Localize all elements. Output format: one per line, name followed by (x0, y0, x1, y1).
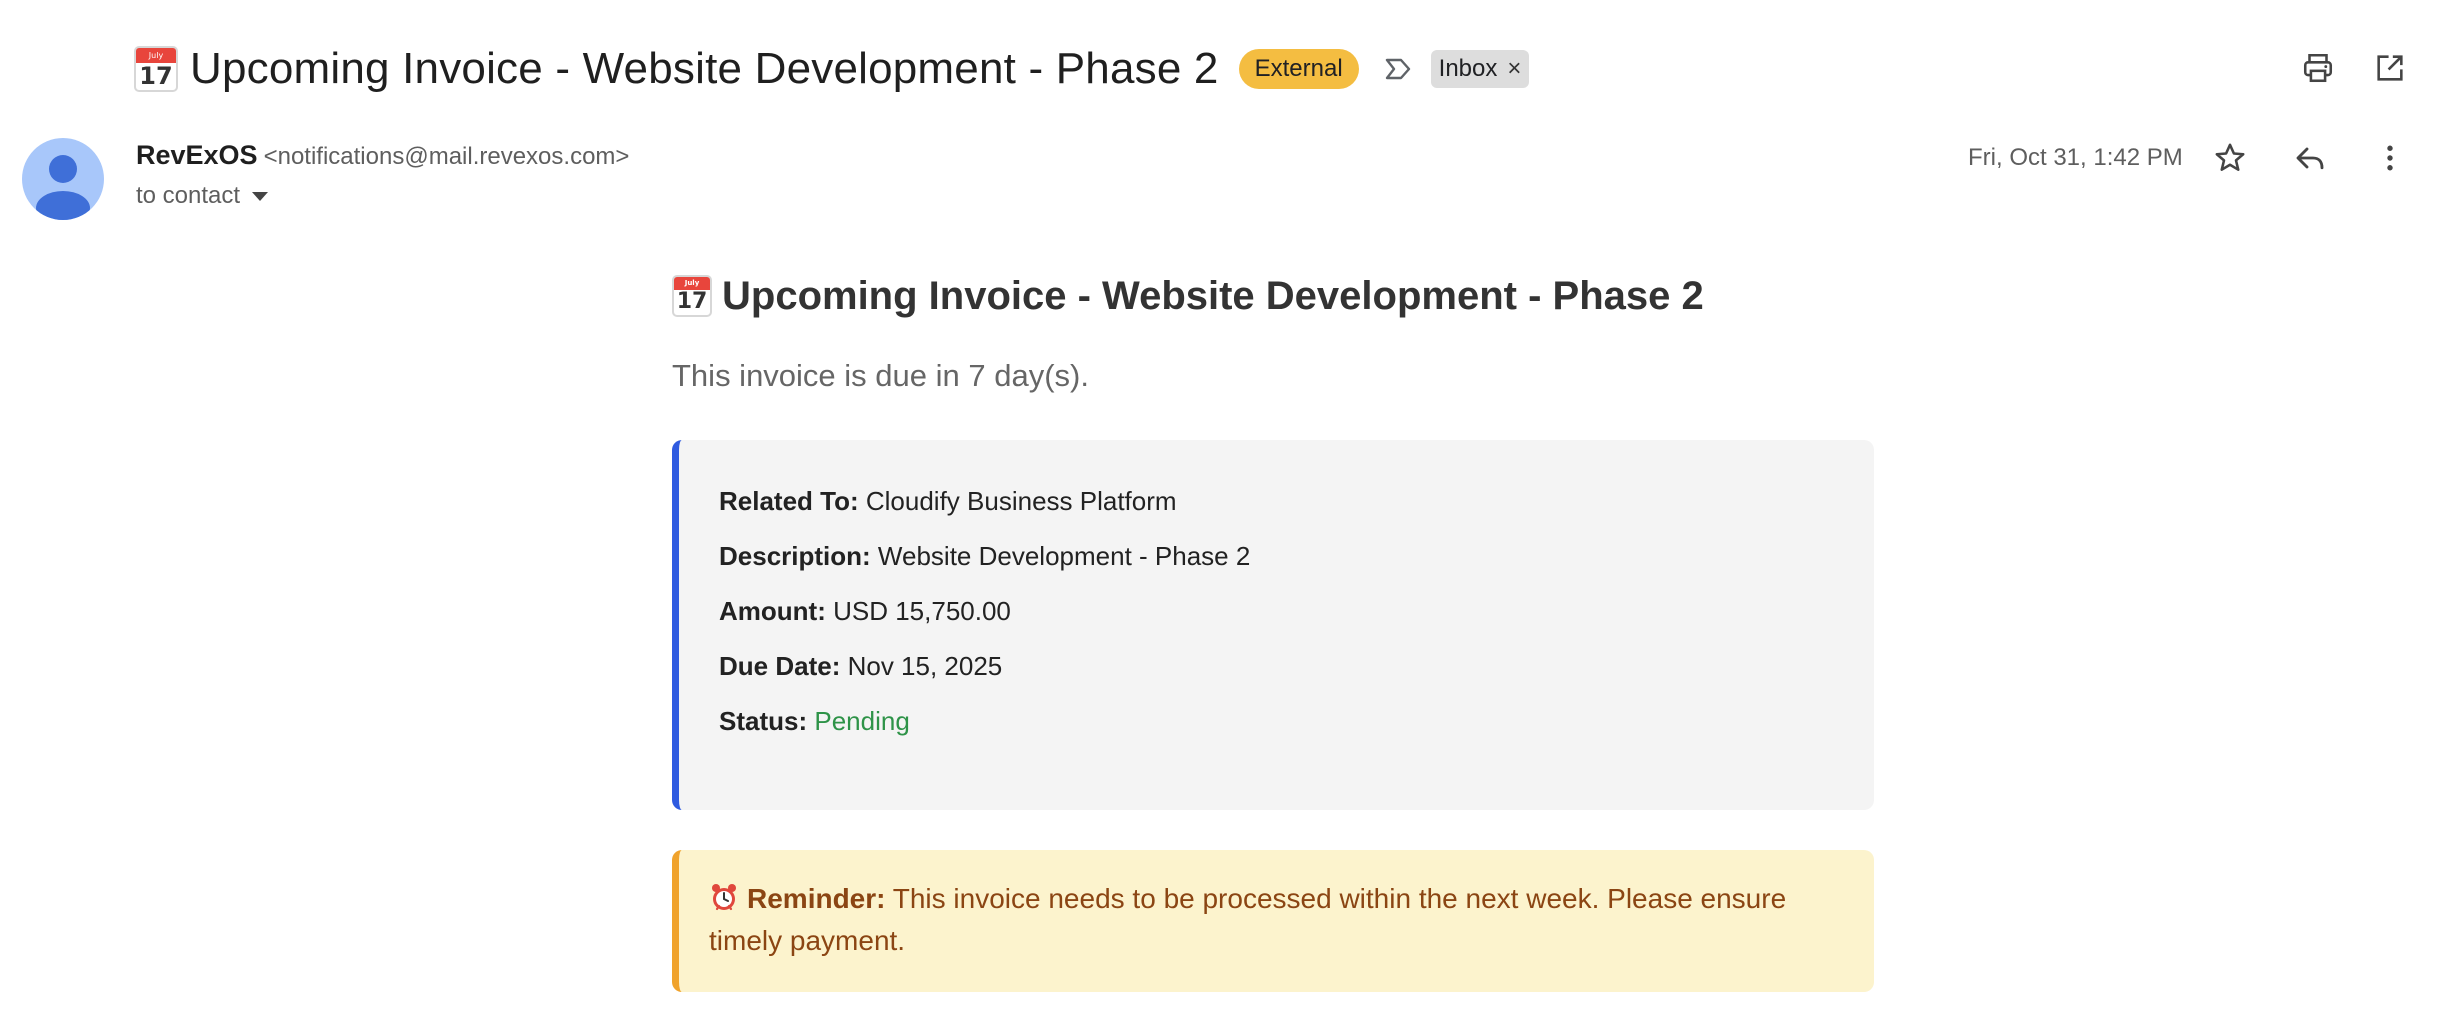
label-arrow-icon[interactable] (1383, 54, 1413, 84)
print-icon (2303, 53, 2333, 83)
inbox-label-chip: Inbox × (1430, 50, 1530, 88)
status-value: Pending (814, 706, 910, 736)
reminder-card: Reminder: This invoice needs to be proce… (672, 850, 1874, 992)
body-heading-text: Upcoming Invoice - Website Development -… (722, 273, 1704, 318)
detail-description: Description: Website Development - Phase… (719, 539, 1834, 573)
detail-label: Amount: (719, 596, 826, 626)
print-button[interactable] (2296, 46, 2340, 90)
due-notice: This invoice is due in 7 day(s). (672, 358, 1089, 393)
open-in-new-window-icon (2377, 55, 2403, 81)
remove-label-icon[interactable]: × (1507, 57, 1521, 81)
reply-button[interactable] (2288, 136, 2332, 180)
calendar-icon: July 17 (134, 46, 178, 92)
inbox-label-text: Inbox (1438, 55, 1498, 82)
sender-name[interactable]: RevExOS (136, 140, 258, 170)
detail-value: Website Development - Phase 2 (877, 541, 1251, 571)
detail-label: Related To: (719, 486, 859, 516)
reply-icon (2296, 147, 2324, 170)
detail-due-date: Due Date: Nov 15, 2025 (719, 649, 1834, 683)
sender-avatar[interactable] (22, 138, 104, 220)
detail-status: Status: Pending (719, 704, 1834, 738)
detail-amount: Amount: USD 15,750.00 (719, 594, 1834, 628)
sender-email: <notifications@mail.revexos.com> (263, 143, 630, 170)
detail-label: Description: (719, 541, 871, 571)
alarm-clock-icon (712, 884, 736, 911)
invoice-details-card: Related To: Cloudify Business Platform D… (672, 440, 1874, 810)
detail-value: Nov 15, 2025 (847, 651, 1003, 681)
chevron-down-icon[interactable] (252, 191, 269, 201)
email-date: Fri, Oct 31, 1:42 PM (1968, 144, 2183, 171)
star-icon (2215, 143, 2245, 171)
recipient-details-toggle[interactable]: to contact (136, 182, 269, 210)
email-body: July 17 Upcoming Invoice - Website Devel… (672, 268, 1874, 992)
detail-label: Status: (719, 706, 808, 736)
more-options-button[interactable] (2368, 136, 2412, 180)
recipient-text: to contact (136, 182, 241, 209)
detail-value: Cloudify Business Platform (865, 486, 1177, 516)
person-icon (36, 155, 90, 220)
email-subject-row: July 17 Upcoming Invoice - Website Devel… (134, 36, 1530, 102)
star-button[interactable] (2208, 136, 2252, 180)
detail-value: USD 15,750.00 (833, 596, 1011, 626)
body-heading: July 17 Upcoming Invoice - Website Devel… (672, 268, 1874, 324)
more-vert-icon (2387, 145, 2393, 171)
sender-info[interactable]: RevExOS <notifications@mail.revexos.com> (136, 140, 629, 171)
reminder-label: Reminder: (747, 883, 886, 914)
email-subject: Upcoming Invoice - Website Development -… (190, 44, 1219, 93)
detail-related-to: Related To: Cloudify Business Platform (719, 484, 1834, 518)
open-in-new-window-button[interactable] (2368, 46, 2412, 90)
calendar-icon: July 17 (672, 275, 712, 317)
external-badge: External (1238, 49, 1359, 89)
detail-label: Due Date: (719, 651, 841, 681)
